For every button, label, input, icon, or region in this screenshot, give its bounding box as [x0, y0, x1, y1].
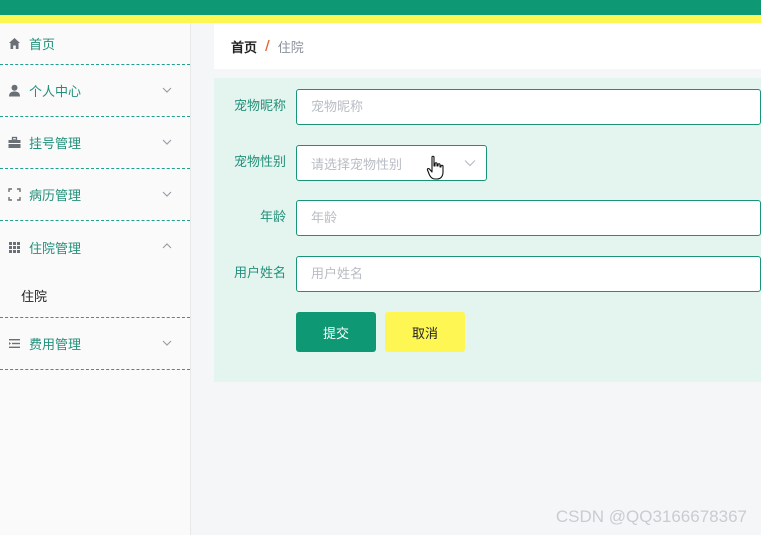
- sidebar-subitem-label: 住院: [21, 289, 48, 305]
- chevron-down-icon: [162, 87, 172, 93]
- home-icon: [7, 37, 21, 51]
- briefcase-icon: [7, 136, 21, 150]
- cancel-button[interactable]: 取消: [385, 312, 465, 352]
- breadcrumb-separator: /: [265, 38, 270, 54]
- gender-select-placeholder: 请选择宠物性别: [311, 157, 403, 173]
- top-bar-accent: [0, 15, 761, 23]
- sidebar-item-billing[interactable]: 费用管理: [0, 318, 190, 370]
- gender-select[interactable]: 请选择宠物性别: [296, 145, 487, 181]
- submit-button[interactable]: 提交: [296, 312, 376, 352]
- sidebar-item-medical-records[interactable]: 病历管理: [0, 169, 190, 221]
- breadcrumb-home[interactable]: 首页: [231, 37, 257, 56]
- sidebar: 首页 个人中心 挂号管理 病历管理 住院管理 住院 费用管理: [0, 23, 191, 535]
- form-row-gender: 宠物性别 请选择宠物性别: [214, 145, 761, 181]
- username-input[interactable]: [296, 256, 761, 292]
- chevron-down-icon: [464, 160, 476, 167]
- sidebar-item-label: 个人中心: [29, 85, 82, 100]
- sidebar-item-hospitalization[interactable]: 住院管理: [0, 221, 190, 273]
- chevron-up-icon: [162, 243, 172, 249]
- age-label: 年龄: [259, 210, 286, 225]
- sidebar-item-label: 首页: [29, 38, 56, 53]
- sidebar-item-label: 费用管理: [29, 338, 82, 353]
- watermark: CSDN @QQ3166678367: [555, 507, 747, 526]
- age-input[interactable]: [296, 200, 761, 236]
- username-label: 用户姓名: [233, 266, 286, 281]
- list-icon: [7, 337, 21, 351]
- form-row-username: 用户姓名: [214, 256, 761, 292]
- form-row-age: 年龄: [214, 200, 761, 236]
- sidebar-item-label: 病历管理: [29, 189, 82, 204]
- form-panel: 宠物昵称 宠物性别 请选择宠物性别 年龄 用户姓名 提交 取消: [214, 78, 761, 382]
- hand-cursor-icon: [426, 155, 444, 180]
- sidebar-item-label: 住院管理: [29, 241, 82, 257]
- chevron-down-icon: [162, 191, 172, 197]
- grid-icon: [7, 240, 21, 254]
- scan-icon: [7, 188, 21, 202]
- sidebar-item-personal-center[interactable]: 个人中心: [0, 65, 190, 117]
- gender-label: 宠物性别: [233, 155, 286, 170]
- form-row-nickname: 宠物昵称: [214, 89, 761, 125]
- nickname-label: 宠物昵称: [233, 99, 286, 114]
- top-bar: [0, 0, 761, 15]
- sidebar-item-registration[interactable]: 挂号管理: [0, 117, 190, 169]
- breadcrumb: 首页 / 住院: [214, 23, 761, 69]
- breadcrumb-current: 住院: [277, 40, 304, 56]
- nickname-input[interactable]: [296, 89, 761, 125]
- chevron-down-icon: [162, 340, 172, 346]
- sidebar-item-label: 挂号管理: [29, 137, 82, 152]
- sidebar-subitem-hospitalization[interactable]: 住院: [0, 273, 190, 318]
- sidebar-item-home[interactable]: 首页: [0, 23, 190, 65]
- chevron-down-icon: [162, 139, 172, 145]
- user-icon: [7, 84, 21, 98]
